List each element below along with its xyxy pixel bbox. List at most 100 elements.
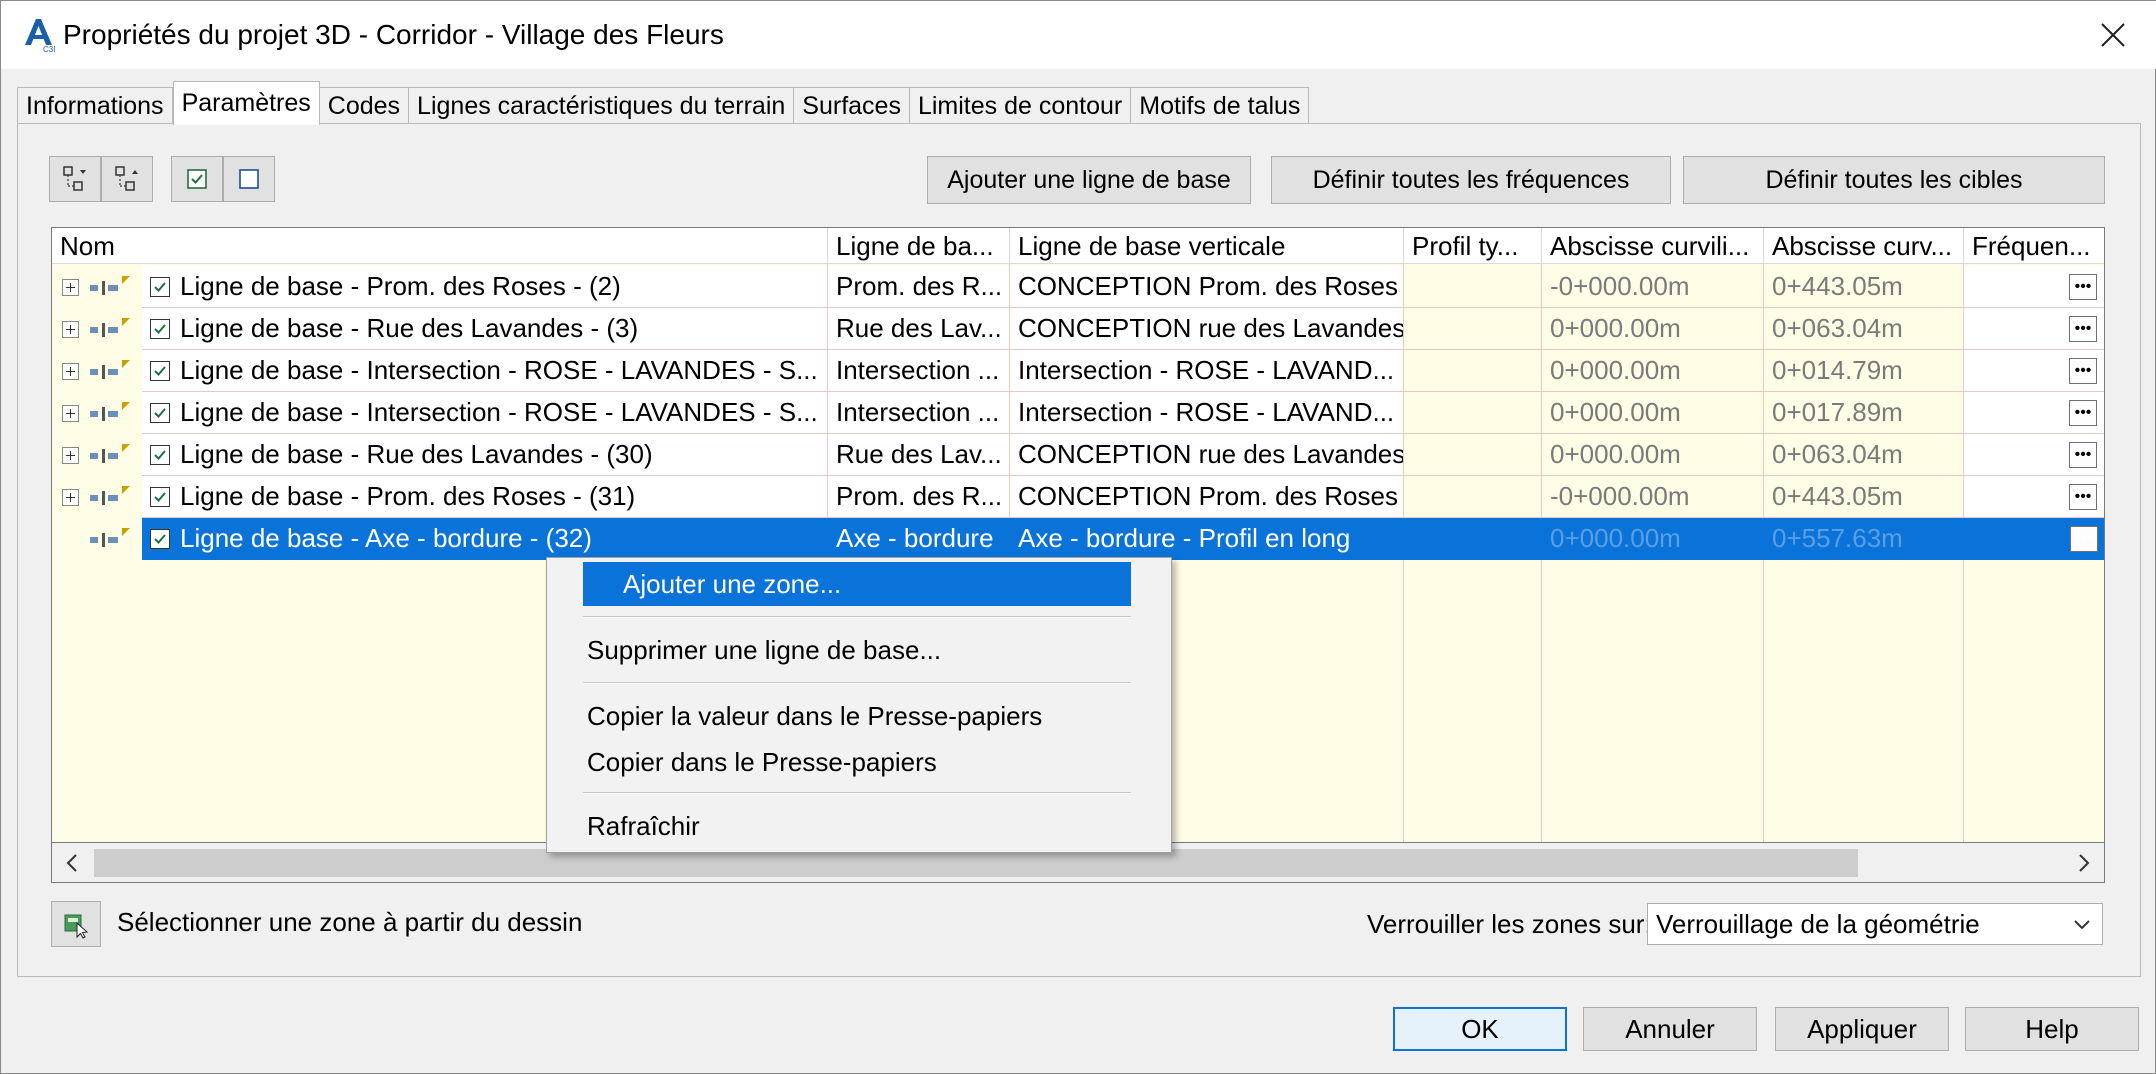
cell-end-station[interactable]: 0+557.63m [1764,518,1964,560]
cell-start-station[interactable]: 0+000.00m [1542,350,1764,392]
cell-typical-profile [1404,476,1542,518]
frequency-ellipsis-button[interactable]: ••• [2069,400,2097,426]
cell-end-station[interactable]: 0+443.05m [1764,476,1964,518]
row-checkbox[interactable] [150,276,170,297]
row-checkbox[interactable] [150,360,170,381]
collapse-all-button[interactable] [101,156,153,202]
ok-button[interactable]: OK [1393,1007,1567,1051]
header-baseline[interactable]: Ligne de ba... [828,228,1010,264]
table-row[interactable]: Ligne de base - Intersection - ROSE - LA… [52,350,2104,392]
select-region-label: Sélectionner une zone à partir du dessin [117,907,583,937]
frequency-ellipsis-button[interactable]: ••• [2069,316,2097,342]
row-checkbox[interactable] [150,402,170,423]
expand-icon[interactable] [62,321,79,338]
cell-baseline[interactable]: Rue des Lav... [828,434,1010,476]
grid-header: Nom Ligne de ba... Ligne de base vertica… [52,228,2104,264]
close-button[interactable] [2083,9,2143,61]
cell-baseline[interactable]: Prom. des R... [828,266,1010,308]
table-row-selected[interactable]: Ligne de base - Axe - bordure - (32) Axe… [52,518,2104,560]
cell-end-station[interactable]: 0+063.04m [1764,434,1964,476]
cell-baseline[interactable]: Prom. des R... [828,476,1010,518]
cell-start-station[interactable]: 0+000.00m [1542,392,1764,434]
menu-item-copy-clipboard[interactable]: Copier dans le Presse-papiers [547,740,1129,784]
row-checkbox[interactable] [150,528,170,549]
row-checkbox[interactable] [150,318,170,339]
scroll-thumb[interactable] [94,849,1858,877]
uncheck-all-button[interactable] [223,156,275,202]
cell-vertical-baseline[interactable]: Intersection - ROSE - LAVAND... [1010,350,1404,392]
header-start-station[interactable]: Abscisse curvili... [1542,228,1764,264]
cell-start-station[interactable]: 0+000.00m [1542,308,1764,350]
cell-baseline[interactable]: Axe - bordure [828,518,1010,560]
cell-start-station[interactable]: 0+000.00m [1542,434,1764,476]
cell-start-station[interactable]: -0+000.00m [1542,266,1764,308]
table-row[interactable]: Ligne de base - Rue des Lavandes - (3) R… [52,308,2104,350]
cell-name: Ligne de base - Prom. des Roses - (2) [142,266,828,308]
header-name[interactable]: Nom [52,228,828,264]
cell-start-station[interactable]: 0+000.00m [1542,518,1764,560]
menu-item-refresh[interactable]: Rafraîchir [547,804,1129,848]
cell-vertical-baseline[interactable]: CONCEPTION Prom. des Roses [1010,476,1404,518]
expand-all-button[interactable] [49,156,101,202]
cell-vertical-baseline[interactable]: Intersection - ROSE - LAVAND... [1010,392,1404,434]
cell-vertical-baseline[interactable]: CONCEPTION Prom. des Roses [1010,266,1404,308]
expand-icon[interactable] [62,489,79,506]
help-button[interactable]: Help [1965,1007,2139,1051]
table-row[interactable]: Ligne de base - Intersection - ROSE - LA… [52,392,2104,434]
cell-vertical-baseline[interactable]: Axe - bordure - Profil en long [1010,518,1404,560]
header-vertical-baseline[interactable]: Ligne de base verticale [1010,228,1404,264]
cell-vertical-baseline[interactable]: CONCEPTION rue des Lavandes [1010,434,1404,476]
tab-surfaces[interactable]: Surfaces [794,87,910,125]
scroll-left-button[interactable] [52,843,92,883]
frequency-ellipsis-button[interactable]: ••• [2069,484,2097,510]
expand-icon[interactable] [62,447,79,464]
tab-slope-patterns[interactable]: Motifs de talus [1131,87,1310,125]
tab-feature-lines[interactable]: Lignes caractéristiques du terrain [409,87,795,125]
add-baseline-button[interactable]: Ajouter une ligne de base [927,156,1251,204]
expand-icon[interactable] [62,363,79,380]
cell-baseline[interactable]: Intersection ... [828,392,1010,434]
header-end-station[interactable]: Abscisse curv... [1764,228,1964,264]
cell-end-station[interactable]: 0+017.89m [1764,392,1964,434]
check-all-button[interactable] [171,156,223,202]
cell-end-station[interactable]: 0+063.04m [1764,308,1964,350]
menu-item-copy-value[interactable]: Copier la valeur dans le Presse-papiers [547,694,1129,738]
expand-icon[interactable] [62,279,79,296]
tab-informations[interactable]: Informations [17,87,173,125]
row-checkbox[interactable] [150,444,170,465]
cell-name: Ligne de base - Intersection - ROSE - LA… [142,392,828,434]
expand-icon[interactable] [62,405,79,422]
frequency-ellipsis-button[interactable]: ••• [2069,274,2097,300]
tab-parametres[interactable]: Paramètres [172,81,320,125]
frequency-ellipsis-button[interactable]: ••• [2069,358,2097,384]
set-all-targets-button[interactable]: Définir toutes les cibles [1683,156,2105,204]
scroll-right-button[interactable] [2064,843,2104,883]
pick-region-button[interactable] [51,901,101,947]
menu-item-add-region[interactable]: Ajouter une zone... [583,562,1131,606]
frequency-ellipsis-button[interactable]: ••• [2069,442,2097,468]
apply-button[interactable]: Appliquer [1775,1007,1949,1051]
table-row[interactable]: Ligne de base - Prom. des Roses - (31) P… [52,476,2104,518]
set-all-frequencies-button[interactable]: Définir toutes les fréquences [1271,156,1671,204]
baseline-icon [90,486,130,505]
cell-start-station[interactable]: -0+000.00m [1542,476,1764,518]
tab-codes[interactable]: Codes [319,87,410,125]
tab-boundaries[interactable]: Limites de contour [909,87,1132,125]
cancel-button[interactable]: Annuler [1583,1007,1757,1051]
cell-vertical-baseline[interactable]: CONCEPTION rue des Lavandes [1010,308,1404,350]
lock-regions-dropdown[interactable]: Verrouillage de la géométrie [1647,903,2103,945]
table-row[interactable]: Ligne de base - Rue des Lavandes - (30) … [52,434,2104,476]
header-typical-profile[interactable]: Profil ty... [1404,228,1542,264]
cell-baseline[interactable]: Rue des Lav... [828,308,1010,350]
header-frequency[interactable]: Fréquen... [1964,228,2104,264]
frequency-ellipsis-button[interactable]: ••• [2070,526,2098,552]
row-checkbox[interactable] [150,486,170,507]
table-row[interactable]: Ligne de base - Prom. des Roses - (2) Pr… [52,266,2104,308]
dialog-window: C3D Propriétés du projet 3D - Corridor -… [0,0,2156,1074]
cell-end-station[interactable]: 0+443.05m [1764,266,1964,308]
menu-item-delete-baseline[interactable]: Supprimer une ligne de base... [547,628,1129,672]
cell-end-station[interactable]: 0+014.79m [1764,350,1964,392]
cell-baseline[interactable]: Intersection ... [828,350,1010,392]
lock-regions-label: Verrouiller les zones sur: [1367,909,1652,939]
tab-strip: Informations Paramètres Codes Lignes car… [17,81,1310,125]
